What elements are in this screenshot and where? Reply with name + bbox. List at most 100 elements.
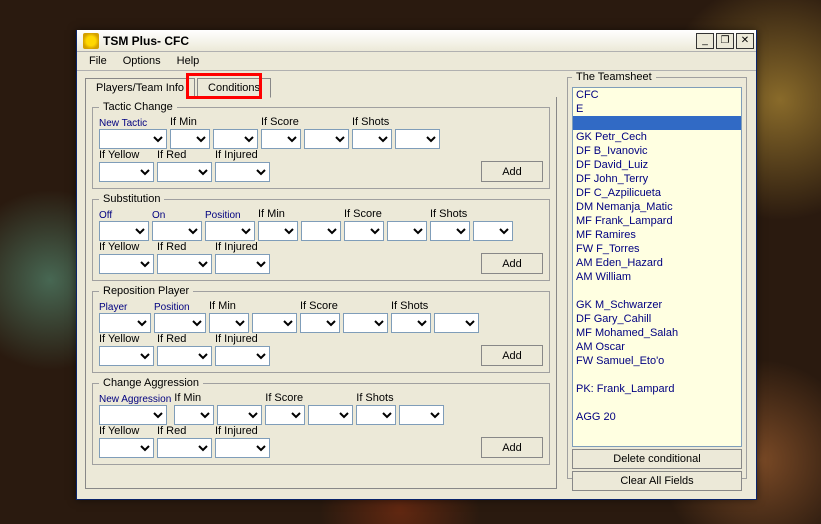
combo-tc-min-op[interactable] [170, 129, 210, 149]
teamsheet-item[interactable]: AM Oscar [573, 340, 741, 354]
combo-sub-on[interactable] [152, 221, 202, 241]
combo-sub-red[interactable] [157, 254, 212, 274]
button-add-sub[interactable]: Add [481, 253, 543, 274]
combo-tc-min-val[interactable] [213, 129, 258, 149]
combo-ag-score-op[interactable] [265, 405, 305, 425]
legend-reposition: Reposition Player [99, 285, 193, 297]
menu-file[interactable]: File [81, 53, 115, 69]
combo-ag-shots-op[interactable] [356, 405, 396, 425]
tab-players-team-info[interactable]: Players/Team Info [85, 78, 195, 98]
button-add-tactic[interactable]: Add [481, 161, 543, 182]
teamsheet-list[interactable]: CFCE GK Petr_CechDF B_IvanovicDF David_L… [572, 87, 742, 447]
combo-sub-score-op[interactable] [344, 221, 384, 241]
label-ag-if-red: If Red [157, 425, 212, 437]
teamsheet-item[interactable]: CFC [573, 88, 741, 102]
combo-new-tactic[interactable] [99, 129, 167, 149]
button-add-reposition[interactable]: Add [481, 345, 543, 366]
combo-ag-injured[interactable] [215, 438, 270, 458]
label-ag-if-yellow: If Yellow [99, 425, 154, 437]
combo-sub-min-op[interactable] [258, 221, 298, 241]
label-new-tactic: New Tactic [99, 118, 167, 129]
legend-tactic-change: Tactic Change [99, 101, 177, 113]
combo-sub-shots-op[interactable] [430, 221, 470, 241]
combo-new-aggression[interactable] [99, 405, 167, 425]
combo-rp-score-val[interactable] [343, 313, 388, 333]
teamsheet-item[interactable]: DF David_Luiz [573, 158, 741, 172]
teamsheet-item[interactable] [573, 284, 741, 298]
combo-sub-min-val[interactable] [301, 221, 341, 241]
combo-rp-red[interactable] [157, 346, 212, 366]
combo-sub-off[interactable] [99, 221, 149, 241]
teamsheet-item[interactable] [573, 116, 741, 130]
combo-rp-shots-val[interactable] [434, 313, 479, 333]
combo-tc-score-val[interactable] [304, 129, 349, 149]
teamsheet-item[interactable] [573, 368, 741, 382]
button-add-aggression[interactable]: Add [481, 437, 543, 458]
combo-rp-min-val[interactable] [252, 313, 297, 333]
teamsheet-item[interactable]: PK: Frank_Lampard [573, 382, 741, 396]
teamsheet-item[interactable]: DF Gary_Cahill [573, 312, 741, 326]
combo-tc-red[interactable] [157, 162, 212, 182]
combo-rp-min-op[interactable] [209, 313, 249, 333]
combo-sub-score-val[interactable] [387, 221, 427, 241]
tab-strip: Players/Team Info Conditions [85, 77, 557, 97]
combo-tc-shots-op[interactable] [352, 129, 392, 149]
client-area: Players/Team Info Conditions Tactic Chan… [77, 71, 756, 499]
combo-sub-pos[interactable] [205, 221, 255, 241]
teamsheet-item[interactable]: E [573, 102, 741, 116]
teamsheet-item[interactable]: DF C_Azpilicueta [573, 186, 741, 200]
label-if-red: If Red [157, 149, 212, 161]
group-aggression: Change Aggression New Aggression If Min … [92, 377, 550, 465]
combo-tc-score-op[interactable] [261, 129, 301, 149]
teamsheet-item[interactable]: MF Frank_Lampard [573, 214, 741, 228]
combo-sub-injured[interactable] [215, 254, 270, 274]
teamsheet-item[interactable]: DF B_Ivanovic [573, 144, 741, 158]
combo-rp-yellow[interactable] [99, 346, 154, 366]
label-ag-if-shots: If Shots [356, 392, 444, 404]
tab-conditions[interactable]: Conditions [197, 78, 271, 98]
menu-options[interactable]: Options [115, 53, 169, 69]
teamsheet-item[interactable]: AM Eden_Hazard [573, 256, 741, 270]
combo-tc-yellow[interactable] [99, 162, 154, 182]
combo-sub-yellow[interactable] [99, 254, 154, 274]
label-sub-if-yellow: If Yellow [99, 241, 154, 253]
teamsheet-item[interactable]: DF John_Terry [573, 172, 741, 186]
teamsheet-item[interactable]: AGG 20 [573, 410, 741, 424]
combo-ag-shots-val[interactable] [399, 405, 444, 425]
teamsheet-item[interactable]: FW F_Torres [573, 242, 741, 256]
teamsheet-item[interactable]: FW Samuel_Eto'o [573, 354, 741, 368]
teamsheet-item[interactable] [573, 396, 741, 410]
combo-ag-red[interactable] [157, 438, 212, 458]
restore-button[interactable]: ❐ [716, 33, 734, 49]
menubar: File Options Help [77, 52, 756, 71]
combo-rp-injured[interactable] [215, 346, 270, 366]
teamsheet-item[interactable]: MF Mohamed_Salah [573, 326, 741, 340]
teamsheet-item[interactable]: AM William [573, 270, 741, 284]
combo-sub-shots-val[interactable] [473, 221, 513, 241]
button-delete-conditional[interactable]: Delete conditional [572, 449, 742, 469]
combo-ag-yellow[interactable] [99, 438, 154, 458]
label-rp-position: Position [154, 302, 206, 313]
combo-tc-shots-val[interactable] [395, 129, 440, 149]
combo-tc-injured[interactable] [215, 162, 270, 182]
teamsheet-item[interactable]: MF Ramires [573, 228, 741, 242]
combo-rp-pos[interactable] [154, 313, 206, 333]
label-if-yellow: If Yellow [99, 149, 154, 161]
label-new-aggr: New Aggression [99, 394, 171, 405]
combo-ag-score-val[interactable] [308, 405, 353, 425]
combo-ag-min-op[interactable] [174, 405, 214, 425]
button-clear-all-fields[interactable]: Clear All Fields [572, 471, 742, 491]
combo-rp-player[interactable] [99, 313, 151, 333]
teamsheet-item[interactable]: GK Petr_Cech [573, 130, 741, 144]
combo-rp-shots-op[interactable] [391, 313, 431, 333]
legend-substitution: Substitution [99, 193, 164, 205]
close-button[interactable]: ✕ [736, 33, 754, 49]
teamsheet-item[interactable]: GK M_Schwarzer [573, 298, 741, 312]
legend-aggression: Change Aggression [99, 377, 203, 389]
minimize-button[interactable]: _ [696, 33, 714, 49]
combo-ag-min-val[interactable] [217, 405, 262, 425]
label-off: Off [99, 210, 149, 221]
menu-help[interactable]: Help [169, 53, 208, 69]
combo-rp-score-op[interactable] [300, 313, 340, 333]
teamsheet-item[interactable]: DM Nemanja_Matic [573, 200, 741, 214]
